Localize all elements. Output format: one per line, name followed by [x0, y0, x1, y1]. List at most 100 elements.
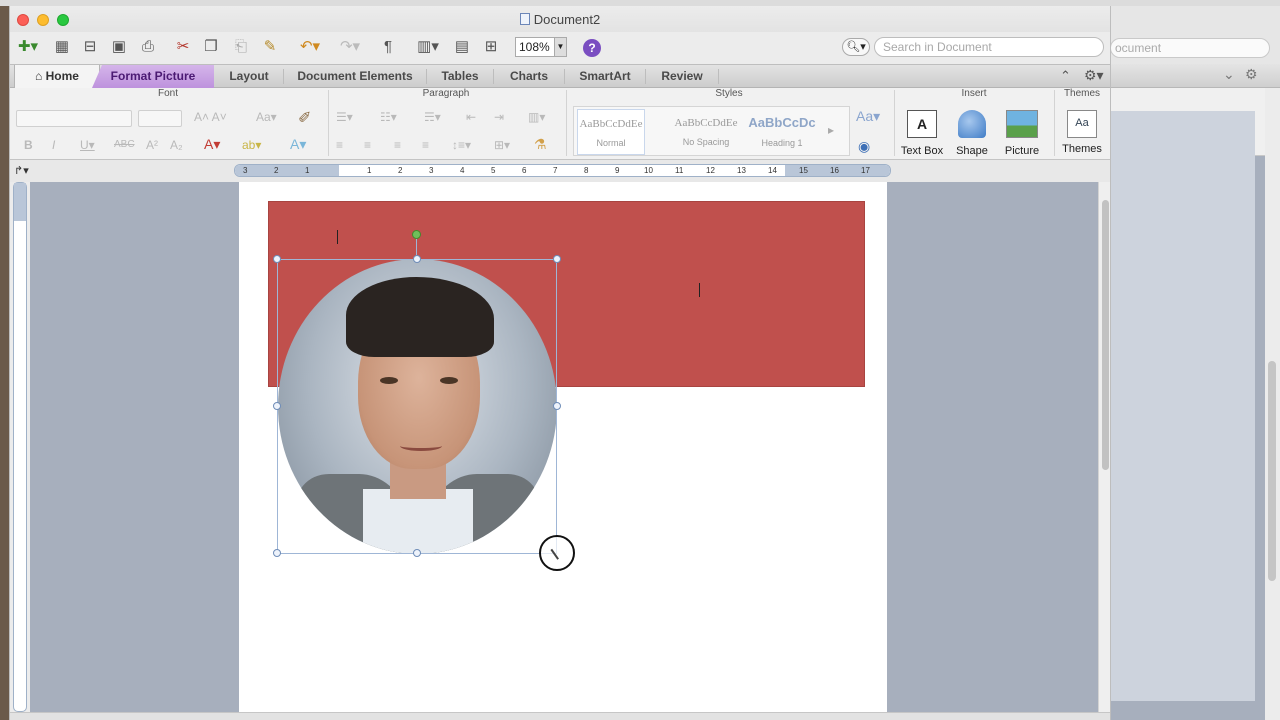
scroll-thumb[interactable]	[1102, 200, 1109, 470]
bold-icon[interactable]: B	[24, 138, 33, 152]
font-name-select[interactable]	[16, 110, 132, 127]
tab-layout[interactable]: Layout	[215, 65, 283, 88]
resize-handle-top-left[interactable]	[273, 255, 281, 263]
borders-icon[interactable]: ⊞▾	[494, 138, 510, 152]
zoom-value: 108%	[519, 40, 550, 54]
shading-icon[interactable]: ⚗	[534, 136, 547, 153]
tab-document-elements[interactable]: Document Elements	[284, 65, 426, 88]
underline-icon[interactable]: U▾	[80, 138, 95, 152]
resize-handle-bottom-left[interactable]	[273, 549, 281, 557]
ruler-number: 11	[675, 166, 684, 175]
picture-button[interactable]: Picture	[996, 110, 1048, 157]
ribbon-tabs: ⌂ Home Format Picture Layout Document El…	[10, 64, 1110, 88]
group-title-insert: Insert	[961, 88, 987, 99]
justify-icon[interactable]: ≡	[422, 138, 429, 152]
ruler-number: 3	[243, 166, 248, 175]
zoom-select[interactable]: 108% ▼	[515, 37, 567, 57]
rotate-handle[interactable]	[412, 230, 421, 239]
document-page[interactable]	[239, 182, 887, 712]
open-folder-icon[interactable]: ⊟	[78, 36, 102, 58]
collapse-ribbon-icon[interactable]: ⌃	[1060, 68, 1071, 84]
columns-icon[interactable]: ▥▾	[528, 110, 545, 124]
style-normal[interactable]: AaBbCcDdEe Normal	[577, 109, 645, 155]
highlight-icon[interactable]: ab▾	[242, 138, 261, 152]
style-no-spacing[interactable]: AaBbCcDdEe No Spacing	[672, 109, 740, 155]
text-effects-icon[interactable]: A▾	[290, 136, 306, 153]
tab-tables[interactable]: Tables	[427, 65, 493, 88]
superscript-icon[interactable]: A²	[146, 138, 158, 152]
gallery-next-icon[interactable]: ▸	[828, 123, 834, 137]
search-icon[interactable]: 🔍︎▾	[842, 38, 870, 56]
clear-formatting-icon[interactable]: ✐	[298, 108, 311, 128]
gear-icon[interactable]: ⚙▾	[1084, 67, 1104, 84]
numbering-icon[interactable]: ☷▾	[380, 110, 397, 124]
tab-review[interactable]: Review	[646, 65, 718, 88]
resize-handle-left[interactable]	[273, 402, 281, 410]
resize-handle-right[interactable]	[553, 402, 561, 410]
templates-gallery-icon[interactable]: ▦	[50, 36, 74, 58]
background-scroll-thumb	[1268, 361, 1276, 581]
line-spacing-icon[interactable]: ↕≡▾	[452, 138, 471, 152]
tab-home[interactable]: ⌂ Home	[14, 65, 100, 88]
home-icon: ⌂	[35, 69, 46, 83]
tab-selector-icon[interactable]: ↱▾	[14, 164, 29, 177]
vertical-ruler[interactable]	[13, 182, 27, 712]
bullets-icon[interactable]: ☰▾	[336, 110, 353, 124]
show-formatting-icon[interactable]: ¶	[380, 36, 396, 58]
sidebar-toggle-icon[interactable]: ▥▾	[410, 36, 446, 58]
format-painter-icon[interactable]: ✎	[258, 36, 282, 58]
tab-charts[interactable]: Charts	[494, 65, 564, 88]
multilevel-list-icon[interactable]: ☴▾	[424, 110, 441, 124]
vertical-scrollbar[interactable]	[1098, 182, 1110, 712]
shape-button[interactable]: Shape	[946, 110, 998, 157]
search-input[interactable]	[874, 37, 1104, 57]
help-button[interactable]: ?	[583, 39, 601, 57]
style-heading-1[interactable]: AaBbCcDc Heading 1	[748, 109, 816, 155]
tab-smartart[interactable]: SmartArt	[565, 65, 645, 88]
style-name: Normal	[596, 138, 626, 148]
horizontal-ruler[interactable]: 3 2 1 1 2 3 4 5 6 7 8 9 10 11 12 13 14 1…	[234, 164, 891, 177]
new-document-icon[interactable]: ✚▾	[14, 36, 42, 58]
resize-handle-bottom[interactable]	[413, 549, 421, 557]
left-margin-area	[235, 165, 339, 176]
styles-pane-icon[interactable]: ◉	[858, 138, 870, 155]
ruler-number: 5	[491, 166, 496, 175]
undo-icon[interactable]: ↶▾	[292, 36, 328, 58]
text-box-button[interactable]: A Text Box	[896, 110, 948, 157]
align-left-icon[interactable]: ≡	[336, 138, 343, 152]
resize-handle-top-right[interactable]	[553, 255, 561, 263]
tab-label: Home	[45, 69, 79, 83]
copy-icon[interactable]: ❐	[200, 36, 222, 58]
save-icon[interactable]: ▣	[108, 36, 130, 58]
grow-font-icon[interactable]: A˄ A˅	[194, 110, 227, 124]
increase-indent-icon[interactable]: ⇥	[494, 110, 504, 124]
group-title-themes: Themes	[1063, 88, 1101, 99]
themes-label: Themes	[1062, 143, 1102, 155]
paste-icon[interactable]: ⎗	[230, 36, 252, 58]
chevron-down-icon[interactable]: ▼	[554, 38, 566, 56]
picture-icon	[1006, 110, 1038, 138]
font-color-icon[interactable]: A▾	[204, 136, 220, 153]
italic-icon[interactable]: I	[52, 138, 55, 152]
themes-button[interactable]: Aa Themes	[1056, 110, 1108, 155]
background-search-field: ocument	[1110, 38, 1270, 58]
decrease-indent-icon[interactable]: ⇤	[466, 110, 476, 124]
text-box-label: Text Box	[900, 145, 944, 157]
align-right-icon[interactable]: ≡	[394, 138, 401, 152]
print-icon[interactable]: ⎙	[136, 36, 160, 58]
media-browser-icon[interactable]: ⊞	[480, 36, 502, 58]
manage-styles-icon[interactable]: Aa▾	[856, 108, 880, 125]
redo-icon[interactable]: ↷▾	[332, 36, 368, 58]
cut-icon[interactable]: ✂	[172, 36, 194, 58]
strikethrough-icon[interactable]: ABC	[114, 139, 135, 150]
ribbon-panel: Font A˄ A˅ Aa▾ ✐ B I U▾ ABC A² A₂ A▾ ab▾…	[10, 88, 1110, 160]
change-case-icon[interactable]: Aa▾	[256, 110, 277, 124]
word-window: Document2 ✚▾ ▦ ⊟ ▣ ⎙ ✂ ❐ ⎗ ✎ ↶▾ ↷▾ ¶ ▥▾ …	[9, 6, 1111, 720]
resize-handle-top[interactable]	[413, 255, 421, 263]
font-size-select[interactable]	[138, 110, 182, 127]
table-icon[interactable]: ▤	[452, 36, 472, 58]
tab-format-picture[interactable]: Format Picture	[92, 65, 214, 88]
background-window: ocument ⌄ ⚙	[1105, 6, 1280, 720]
align-center-icon[interactable]: ≡	[364, 138, 371, 152]
subscript-icon[interactable]: A₂	[170, 138, 183, 152]
